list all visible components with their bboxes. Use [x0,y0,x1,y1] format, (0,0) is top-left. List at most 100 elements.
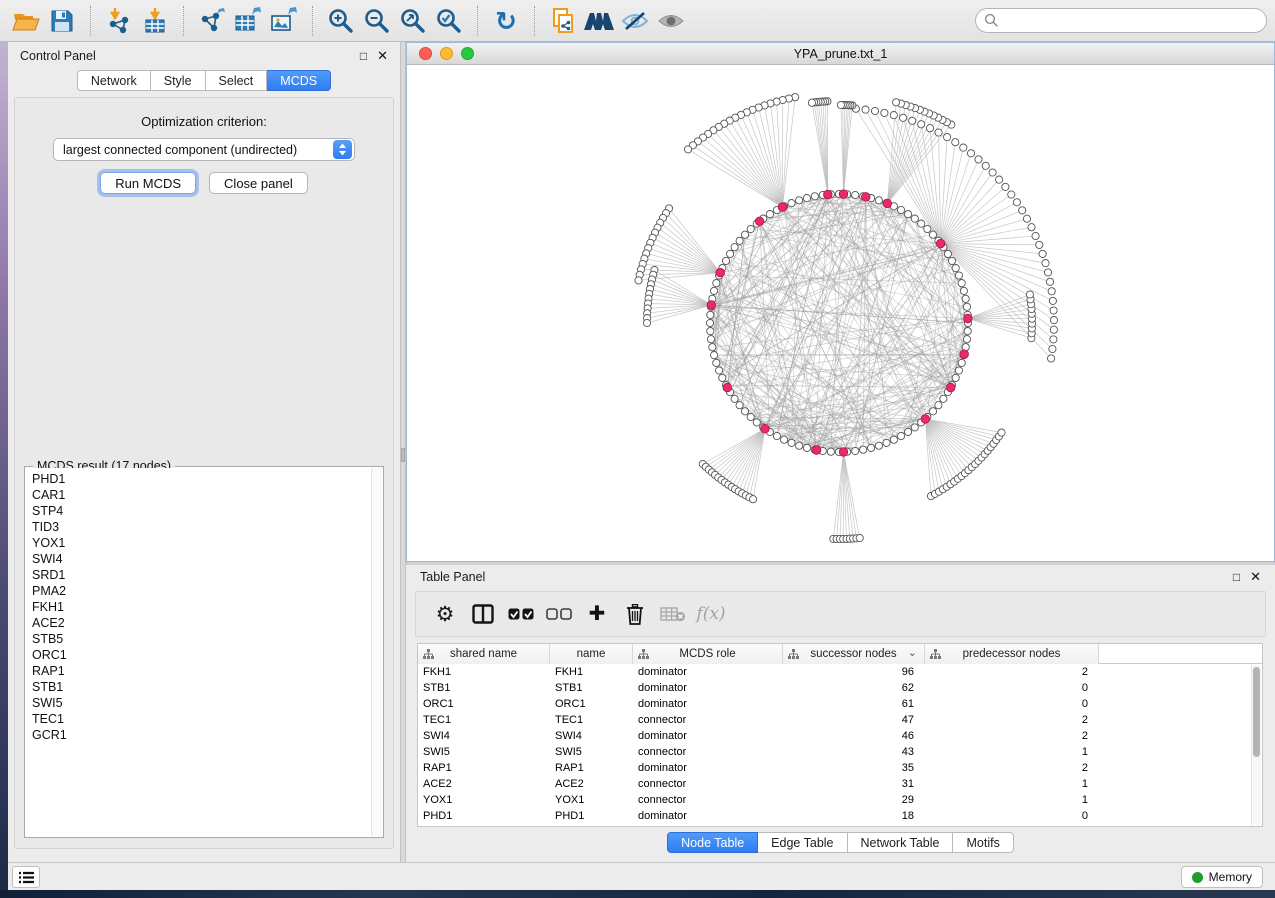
column-type-icon [423,649,434,662]
open-file-icon[interactable] [8,4,44,38]
log-console-button[interactable] [12,866,40,888]
table-settings-gear-icon[interactable]: ⚙ [428,598,462,630]
table-row[interactable]: YOX1YOX1connector291 [418,792,1262,808]
tab-node-table[interactable]: Node Table [667,832,758,853]
mcds-result-item[interactable]: RAP1 [32,663,382,679]
search-input[interactable] [975,8,1267,33]
column-header-successor-nodes[interactable]: successor nodes ⌄ [783,644,925,664]
mcds-result-item[interactable]: SWI4 [32,551,382,567]
mcds-result-item[interactable]: STB5 [32,631,382,647]
add-column-icon[interactable]: ✚ [580,598,614,630]
table-scrollbar[interactable] [1251,665,1261,825]
import-table-icon[interactable] [137,4,173,38]
save-session-icon[interactable] [44,4,80,38]
table-cell: STB1 [550,680,633,696]
tab-edge-table[interactable]: Edge Table [758,832,847,853]
mcds-result-item[interactable]: PHD1 [32,471,382,487]
export-image-icon[interactable] [266,4,302,38]
tab-motifs[interactable]: Motifs [953,832,1013,853]
table-row[interactable]: PHD1PHD1dominator180 [418,808,1262,824]
table-row[interactable]: SWI5SWI5connector431 [418,744,1262,760]
close-table-panel-icon[interactable]: ✕ [1250,569,1261,585]
sort-descending-icon: ⌄ [908,646,917,659]
delete-table-icon[interactable] [656,598,690,630]
export-network-icon[interactable] [194,4,230,38]
mcds-result-item[interactable]: TEC1 [32,711,382,727]
column-header-shared-name[interactable]: shared name [418,644,550,664]
mcds-result-item[interactable]: YOX1 [32,535,382,551]
function-builder-icon[interactable]: f(x) [694,598,728,630]
tab-style[interactable]: Style [151,70,206,91]
toolbar-separator [312,6,313,36]
table-cell: 18 [783,808,925,824]
table-cell: 2 [925,728,1099,744]
copy-network-icon[interactable] [545,4,581,38]
dropdown-stepper-icon [333,140,352,159]
network-view-titlebar[interactable]: YPA_prune.txt_1 [407,43,1274,65]
optimization-criterion-dropdown[interactable]: largest connected component (undirected) [53,138,355,161]
column-header-predecessor-nodes[interactable]: predecessor nodes [925,644,1099,664]
mcds-result-item[interactable]: STP4 [32,503,382,519]
table-row[interactable]: ORC1ORC1dominator610 [418,696,1262,712]
table-row[interactable]: RAP1RAP1dominator352 [418,760,1262,776]
float-table-panel-icon[interactable]: □ [1233,570,1240,584]
zoom-out-icon[interactable] [359,4,395,38]
delete-trash-icon[interactable] [618,598,652,630]
hide-eye-icon[interactable] [617,4,653,38]
tab-select[interactable]: Select [206,70,268,91]
tab-mcds[interactable]: MCDS [267,70,331,91]
zoom-in-icon[interactable] [323,4,359,38]
toolbar-separator [90,6,91,36]
column-header-name[interactable]: name [550,644,633,664]
binoculars-icon[interactable] [581,4,617,38]
mcds-result-item[interactable]: ACE2 [32,615,382,631]
table-cell: 2 [925,712,1099,728]
table-row[interactable]: TEC1TEC1connector472 [418,712,1262,728]
deselect-all-icon[interactable] [542,598,576,630]
close-panel-icon[interactable]: ✕ [377,48,388,64]
mcds-result-list[interactable]: PHD1CAR1STP4TID3YOX1SWI4SRD1PMA2FKH1ACE2… [26,468,382,836]
show-eye-icon[interactable] [653,4,689,38]
table-row[interactable]: STB1STB1dominator620 [418,680,1262,696]
show-columns-icon[interactable] [466,598,500,630]
run-mcds-button[interactable]: Run MCDS [100,172,196,194]
tab-network[interactable]: Network [77,70,151,91]
table-cell: ORC1 [550,696,633,712]
refresh-layout-icon[interactable]: ↻ [488,4,524,38]
mcds-result-item[interactable]: PMA2 [32,583,382,599]
memory-label: Memory [1209,870,1252,884]
table-cell: dominator [633,680,783,696]
tab-network-table[interactable]: Network Table [848,832,954,853]
column-header-MCDS-role[interactable]: MCDS role [633,644,783,664]
table-cell: YOX1 [418,792,550,808]
mcds-result-item[interactable]: SWI5 [32,695,382,711]
select-all-icon[interactable] [504,598,538,630]
network-graph[interactable] [407,65,1274,561]
mcds-result-item[interactable]: GCR1 [32,727,382,743]
zoom-fit-icon[interactable] [395,4,431,38]
mcds-result-item[interactable]: SRD1 [32,567,382,583]
table-row[interactable]: FKH1FKH1dominator962 [418,664,1262,680]
table-scrollbar-thumb[interactable] [1253,667,1260,757]
float-panel-icon[interactable]: □ [360,49,367,63]
table-cell: YOX1 [550,792,633,808]
table-row[interactable]: SWI4SWI4dominator462 [418,728,1262,744]
zoom-selected-icon[interactable] [431,4,467,38]
table-cell: RAP1 [418,760,550,776]
mcds-result-item[interactable]: ORC1 [32,647,382,663]
table-row[interactable]: ACE2ACE2connector311 [418,776,1262,792]
close-panel-button[interactable]: Close panel [209,172,308,194]
splitter-grip[interactable] [401,448,405,462]
table-cell: 31 [783,776,925,792]
mcds-result-item[interactable]: TID3 [32,519,382,535]
mcds-result-item[interactable]: STB1 [32,679,382,695]
memory-button[interactable]: Memory [1181,866,1263,888]
mcds-result-item[interactable]: FKH1 [32,599,382,615]
mcds-result-item[interactable]: CAR1 [32,487,382,503]
import-network-icon[interactable] [101,4,137,38]
mcds-result-scrollbar[interactable] [371,468,382,836]
network-view-window: YPA_prune.txt_1 [406,42,1275,562]
column-header-label: successor nodes [810,648,896,660]
column-type-icon [788,649,799,662]
export-table-icon[interactable] [230,4,266,38]
